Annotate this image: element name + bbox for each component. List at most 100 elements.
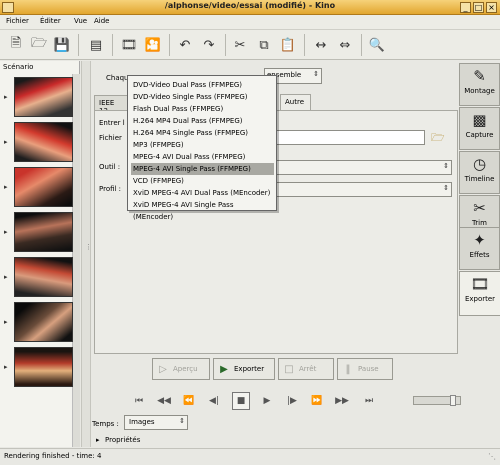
clock-icon: ◷ bbox=[472, 155, 487, 173]
zoom-icon[interactable]: 🔍 bbox=[367, 34, 387, 56]
expand-arrow-icon[interactable]: ▸ bbox=[4, 273, 8, 281]
expand-icon[interactable]: ↔ bbox=[311, 34, 331, 56]
last-scene-icon[interactable]: ⏭ bbox=[360, 392, 378, 410]
outil-label: Outil : bbox=[99, 163, 121, 171]
scene-thumbnail[interactable] bbox=[14, 257, 73, 297]
properties-expander[interactable]: Propriétés bbox=[105, 436, 140, 444]
pause-button[interactable]: ‖ Pause bbox=[337, 358, 393, 380]
arret-button[interactable]: □ Arrêt bbox=[278, 358, 334, 380]
menu-item-h264-dual[interactable]: H.264 MP4 Dual Pass (FFMPEG) bbox=[131, 115, 274, 127]
entrer-label: Entrer l bbox=[99, 119, 125, 127]
tab-exporter[interactable]: 🎞 Exporter bbox=[459, 271, 500, 316]
film-strip-icon[interactable]: 🎞 bbox=[119, 34, 139, 56]
menu-editer[interactable]: Éditer bbox=[40, 17, 61, 25]
menu-item-flash-dual[interactable]: Flash Dual Pass (FFMPEG) bbox=[131, 103, 274, 115]
minimize-button[interactable]: _ bbox=[460, 2, 471, 13]
next-frame-icon[interactable]: |▶ bbox=[283, 392, 301, 410]
menu-item-xvid-single[interactable]: XviD MPEG-4 AVI Single Pass (MEncoder) bbox=[131, 199, 274, 221]
menu-item-h264-single[interactable]: H.264 MP4 Single Pass (FFMPEG) bbox=[131, 127, 274, 139]
save-icon[interactable]: 💾 bbox=[52, 34, 72, 56]
tool-combo[interactable]: ⇕ bbox=[276, 160, 452, 175]
scenario-scrollbar[interactable] bbox=[72, 74, 80, 447]
export-icon: ▶ bbox=[220, 363, 228, 375]
menu-item-mpeg4-dual[interactable]: MPEG-4 AVI Dual Pass (FFMPEG) bbox=[131, 151, 274, 163]
play-icon: ▷ bbox=[159, 363, 167, 375]
rewind-icon[interactable]: ⏪ bbox=[180, 392, 198, 410]
scene-thumbnail[interactable] bbox=[14, 212, 73, 252]
tab-autre[interactable]: Autre bbox=[280, 94, 311, 111]
menu-item-mp3[interactable]: MP3 (FFMPEG) bbox=[131, 139, 274, 151]
menu-item-dvd-single[interactable]: DVD-Video Single Pass (FFMPEG) bbox=[131, 91, 274, 103]
browse-folder-icon[interactable]: 🗁 bbox=[431, 129, 445, 148]
expand-arrow-icon[interactable]: ▸ bbox=[4, 183, 8, 191]
split-scene-icon[interactable]: ⇔ bbox=[335, 34, 355, 56]
copy-icon[interactable]: ⧉ bbox=[254, 34, 274, 56]
scene-thumbnail[interactable] bbox=[14, 302, 73, 342]
menu-item-mpeg4-single[interactable]: MPEG-4 AVI Single Pass (FFMPEG) bbox=[131, 163, 274, 175]
menu-vue[interactable]: Vue bbox=[74, 17, 87, 25]
new-file-icon[interactable]: 🗎 bbox=[6, 34, 26, 56]
forward-icon[interactable]: ⏩ bbox=[308, 392, 326, 410]
film-edit-icon: ✎ bbox=[473, 67, 486, 85]
scene-thumbnail[interactable] bbox=[14, 347, 73, 387]
tab-capture-label: Capture bbox=[465, 131, 494, 139]
slider-handle[interactable] bbox=[450, 395, 456, 406]
apercu-button[interactable]: ▷ Aperçu bbox=[152, 358, 210, 380]
tab-autre-label: Autre bbox=[285, 98, 305, 106]
expand-arrow-icon[interactable]: ▸ bbox=[4, 228, 8, 236]
undo-icon[interactable]: ↶ bbox=[175, 34, 195, 56]
tab-capture[interactable]: ▩ Capture bbox=[459, 107, 500, 150]
tab-effets[interactable]: ✦ Effets bbox=[459, 227, 500, 270]
time-unit-combo[interactable]: Images ⇕ bbox=[124, 415, 188, 430]
tab-timeline-label: Timeline bbox=[464, 175, 495, 183]
resize-grip-icon[interactable]: ⋱ bbox=[488, 452, 496, 461]
prev-scene-icon[interactable]: ◀◀ bbox=[155, 392, 173, 410]
exporter-button[interactable]: ▶ Exporter bbox=[213, 358, 275, 380]
redo-icon[interactable]: ↷ bbox=[199, 34, 219, 56]
toolbar-separator bbox=[112, 34, 113, 56]
tab-timeline[interactable]: ◷ Timeline bbox=[459, 151, 500, 194]
menu-item-vcd[interactable]: VCD (FFMPEG) bbox=[131, 175, 274, 187]
pause-icon: ‖ bbox=[345, 363, 351, 375]
stop-icon[interactable]: ■ bbox=[232, 392, 250, 410]
expand-arrow-icon[interactable]: ▸ bbox=[4, 138, 8, 146]
tab-trim-label: Trim bbox=[472, 219, 487, 227]
menu-fichier[interactable]: Fichier bbox=[6, 17, 29, 25]
film-split-icon[interactable]: 🎦 bbox=[143, 34, 163, 56]
tab-ieee1394[interactable]: IEEE 13 bbox=[94, 95, 128, 115]
updown-arrow-icon: ⇕ bbox=[179, 417, 185, 425]
updown-arrow-icon: ⇕ bbox=[443, 162, 449, 170]
export-film-icon: 🎞 bbox=[470, 275, 490, 293]
scenario-panel bbox=[0, 61, 80, 447]
menu-item-dvd-dual[interactable]: DVD-Video Dual Pass (FFMPEG) bbox=[131, 79, 274, 91]
prev-frame-icon[interactable]: ◀| bbox=[205, 392, 223, 410]
splitter-grip[interactable]: ⋮ bbox=[85, 244, 92, 251]
save-frame-icon[interactable]: ▤ bbox=[86, 34, 106, 56]
pane-splitter[interactable] bbox=[81, 61, 91, 447]
play-icon[interactable]: ▶ bbox=[258, 392, 276, 410]
cut-icon[interactable]: ✂ bbox=[230, 34, 250, 56]
scene-thumbnail[interactable] bbox=[14, 122, 73, 162]
expand-arrow-icon[interactable]: ▸ bbox=[4, 363, 8, 371]
toolbar-separator bbox=[78, 34, 79, 56]
file-path-input[interactable] bbox=[276, 130, 425, 145]
sparkle-icon: ✦ bbox=[473, 231, 486, 249]
expand-arrow-icon[interactable]: ▸ bbox=[96, 436, 100, 444]
maximize-button[interactable]: □ bbox=[473, 2, 484, 13]
apercu-label: Aperçu bbox=[173, 365, 198, 373]
menu-item-xvid-dual[interactable]: XviD MPEG-4 AVI Dual Pass (MEncoder) bbox=[131, 187, 274, 199]
menu-aide[interactable]: Aide bbox=[94, 17, 109, 25]
scene-thumbnail[interactable] bbox=[14, 167, 73, 207]
profile-combo[interactable]: ⇕ bbox=[276, 182, 452, 197]
close-button[interactable]: × bbox=[486, 2, 497, 13]
paste-icon[interactable]: 📋 bbox=[278, 34, 298, 56]
open-folder-icon[interactable]: 🗁 bbox=[29, 34, 49, 56]
first-scene-icon[interactable]: ⏮ bbox=[130, 392, 148, 410]
scene-thumbnail[interactable] bbox=[14, 77, 73, 117]
expand-arrow-icon[interactable]: ▸ bbox=[4, 318, 8, 326]
next-scene-icon[interactable]: ▶▶ bbox=[333, 392, 351, 410]
tab-montage[interactable]: ✎ Montage bbox=[459, 63, 500, 106]
expand-arrow-icon[interactable]: ▸ bbox=[4, 93, 8, 101]
status-text: Rendering finished - time: 4 bbox=[4, 452, 102, 460]
pause-label: Pause bbox=[358, 365, 379, 373]
